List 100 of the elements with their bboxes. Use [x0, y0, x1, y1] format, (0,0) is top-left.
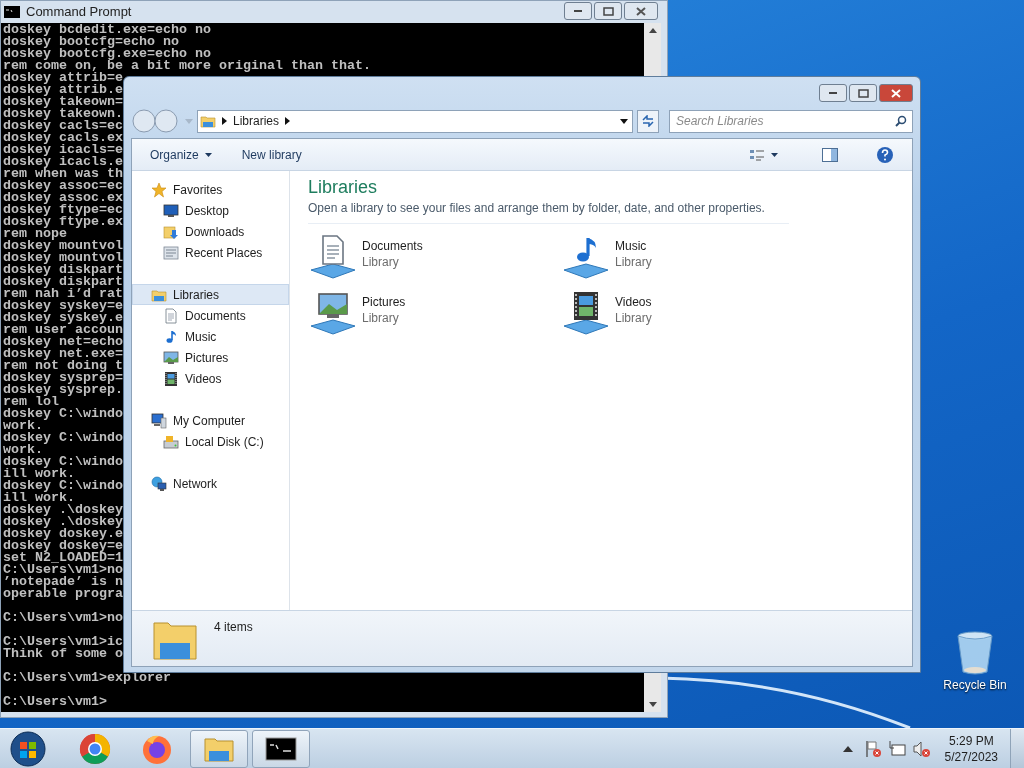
network-icon[interactable] — [888, 739, 907, 758]
flag-error-icon[interactable] — [864, 739, 883, 758]
library-item[interactable]: Videos Library — [561, 288, 814, 338]
library-name: Pictures — [362, 294, 406, 310]
search-field[interactable]: Search Libraries — [669, 109, 913, 133]
library-name: Music — [615, 238, 648, 254]
speaker-muted-icon[interactable] — [912, 739, 931, 758]
console-line: rem nope — [3, 228, 67, 240]
console-line: doskey .\doskey — [3, 504, 123, 516]
start-button[interactable] — [8, 728, 48, 768]
library-document-icon — [308, 232, 358, 282]
console-line: rem lol — [3, 396, 59, 408]
nav-item[interactable]: Recent Places — [132, 242, 289, 263]
maximize-button[interactable] — [849, 84, 877, 102]
dropdown-caret-icon[interactable] — [620, 118, 628, 124]
breadcrumb-arrow-icon[interactable] — [222, 117, 227, 125]
breadcrumb[interactable]: Libraries — [233, 112, 280, 130]
chrome-icon[interactable] — [79, 732, 111, 765]
library-name: Documents — [362, 238, 423, 254]
nav-item[interactable]: Pictures — [132, 347, 289, 368]
search-icon[interactable] — [895, 114, 907, 127]
refresh-icon — [641, 115, 655, 127]
console-line: ’notepade’ is n — [3, 576, 123, 588]
desktop-icon-label[interactable]: Recycle Bin — [943, 676, 1007, 694]
console-line: doskey assoc=ec — [3, 180, 123, 192]
nav-item[interactable]: Documents — [132, 305, 289, 326]
library-item[interactable]: Pictures Library — [308, 288, 561, 338]
nav-item[interactable]: Videos — [132, 368, 289, 389]
console-line: rem when was th — [3, 168, 123, 180]
toolbar-button[interactable]: New library — [241, 145, 302, 164]
minimize-button[interactable] — [564, 2, 592, 20]
page-description: Open a library to see your files and arrange them by folder, date, and other properties. — [308, 199, 789, 224]
maximize-button[interactable] — [594, 2, 622, 20]
minimize-button[interactable] — [819, 84, 847, 102]
clock[interactable]: 5:29 PM 5/27/2023 — [940, 732, 1002, 765]
console-line: doskey bootcfg=echo no — [3, 36, 179, 48]
console-line: doskey mountvol — [3, 252, 123, 264]
close-button[interactable] — [624, 2, 658, 20]
breadcrumb-arrow-icon[interactable] — [285, 117, 291, 125]
library-type: Library — [615, 310, 652, 326]
console-line: doskey net=echo — [3, 336, 123, 348]
console-line: doskey cacls.ex — [3, 132, 123, 144]
close-icon — [636, 6, 646, 16]
nav-item[interactable]: Favorites — [132, 179, 289, 200]
scroll-down-icon[interactable] — [648, 702, 657, 707]
console-line: work. — [3, 444, 43, 456]
address-bar[interactable]: Libraries — [197, 109, 633, 133]
console-line: doskey mountvol — [3, 240, 123, 252]
trash-bin-icon[interactable] — [955, 630, 995, 676]
console-line: doskey assoc.ex — [3, 192, 123, 204]
console-line: doskey C:\windo — [3, 432, 123, 444]
library-item[interactable]: Documents Library — [308, 232, 561, 282]
console-line: doskey C:\windo — [3, 408, 123, 420]
console-line: work. — [3, 420, 43, 432]
console-line: C:\Users\vm1>ic — [3, 636, 123, 648]
console-line: doskey sysprep= — [3, 372, 123, 384]
minimize-icon — [573, 9, 583, 13]
terminal-icon[interactable] — [265, 736, 297, 761]
console-line: rem user accoun — [3, 324, 123, 336]
caret-icon — [204, 152, 212, 157]
console-line: ill work. — [3, 468, 75, 480]
nav-item[interactable]: Local Disk (C:) — [132, 431, 289, 452]
console-line: doskey icacls=e — [3, 144, 123, 156]
console-line: rem come on, be a bit more original than that. — [3, 60, 371, 72]
network-icon — [151, 475, 167, 492]
maximize-icon — [857, 88, 869, 98]
console-line: C:\Users\vm1>explorer — [3, 672, 171, 684]
nav-item[interactable]: Music — [132, 326, 289, 347]
console-line: doskey ftype=ec — [3, 204, 123, 216]
nav-item[interactable]: Downloads — [132, 221, 289, 242]
library-type: Library — [362, 254, 400, 270]
preview-pane-icon[interactable] — [822, 147, 838, 162]
nav-item[interactable]: Network — [132, 473, 289, 494]
star-icon — [151, 181, 167, 198]
taskbar-button[interactable] — [252, 729, 310, 768]
console-line: ill work. — [3, 492, 75, 504]
show-hidden-icons-icon[interactable] — [842, 745, 853, 752]
console-line: doskey sysprep. — [3, 384, 123, 396]
view-options-icon[interactable] — [749, 147, 765, 162]
scroll-up-icon[interactable] — [648, 28, 657, 33]
help-icon[interactable] — [876, 145, 894, 164]
console-line: doskey syskey=e — [3, 300, 123, 312]
folder-icon — [200, 113, 216, 129]
drive-icon — [163, 433, 179, 450]
console-line: doskey net.exe= — [3, 348, 123, 360]
console-line: doskey bcdedit.exe=echo no — [3, 24, 211, 36]
maximize-icon — [602, 6, 614, 16]
nav-item[interactable]: Desktop — [132, 200, 289, 221]
console-line: doskey C:\windo — [3, 480, 123, 492]
caret-icon[interactable] — [771, 152, 778, 157]
close-button[interactable] — [879, 84, 913, 102]
refresh-button[interactable] — [637, 109, 659, 133]
nav-item[interactable]: My Computer — [132, 410, 289, 431]
nav-item[interactable]: Libraries — [132, 284, 289, 305]
toolbar-button[interactable]: Organize — [150, 145, 212, 164]
library-type: Library — [615, 254, 652, 270]
close-icon — [891, 88, 901, 98]
library-name: Videos — [615, 294, 652, 310]
library-item[interactable]: Music Library — [561, 232, 814, 282]
console-line: doskey .\doskey — [3, 516, 123, 528]
